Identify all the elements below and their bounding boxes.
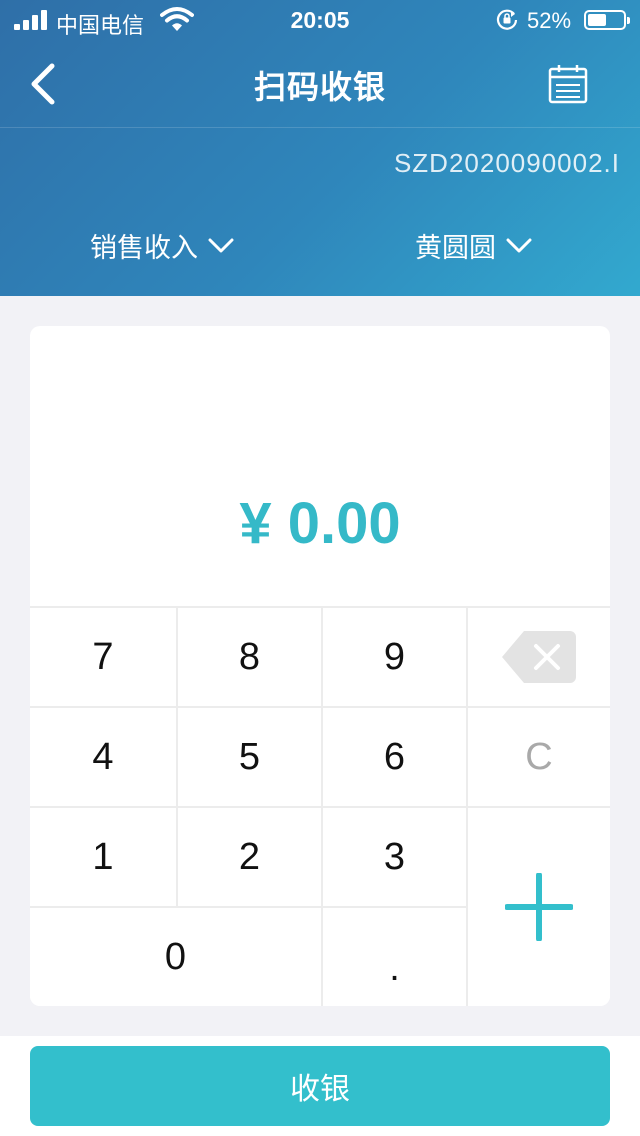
key-7[interactable]: 7 xyxy=(30,606,176,706)
key-6[interactable]: 6 xyxy=(321,706,466,806)
key-9[interactable]: 9 xyxy=(321,606,466,706)
header: 中国电信 20:05 52% 扫码收银 SZD2020090002.I 销售收入… xyxy=(0,0,640,296)
key-1[interactable]: 1 xyxy=(30,806,176,906)
rotation-lock-icon xyxy=(496,9,518,30)
person-dropdown[interactable]: 黄圆圆 xyxy=(415,226,532,265)
key-2[interactable]: 2 xyxy=(176,806,321,906)
key-4[interactable]: 4 xyxy=(30,706,176,806)
person-label: 黄圆圆 xyxy=(415,233,496,263)
nav-bar: 扫码收银 xyxy=(0,40,640,128)
status-bar: 中国电信 20:05 52% xyxy=(0,0,640,40)
page-title: 扫码收银 xyxy=(253,69,386,105)
category-label: 销售收入 xyxy=(90,233,198,263)
battery-level xyxy=(588,14,606,26)
clear-key[interactable]: C xyxy=(466,706,610,806)
keypad: 7 8 9 4 5 6 C 1 2 3 0 . xyxy=(30,606,610,1006)
order-number: SZD2020090002.I xyxy=(393,148,620,178)
delete-key[interactable] xyxy=(466,606,610,706)
key-3[interactable]: 3 xyxy=(321,806,466,906)
key-0[interactable]: 0 xyxy=(30,906,321,1006)
keypad-card: ¥ 0.00 7 8 9 4 5 6 C 1 2 3 0 . xyxy=(30,326,610,1006)
plus-key[interactable] xyxy=(466,806,610,1006)
key-decimal[interactable]: . xyxy=(321,906,466,1006)
key-5[interactable]: 5 xyxy=(176,706,321,806)
checkout-button[interactable]: 收银 xyxy=(30,1046,610,1126)
backspace-icon xyxy=(502,631,576,683)
plus-icon xyxy=(505,873,573,941)
battery-percent: 52% xyxy=(527,8,572,33)
calendar-icon[interactable] xyxy=(548,64,588,104)
battery-icon xyxy=(584,10,630,30)
key-8[interactable]: 8 xyxy=(176,606,321,706)
amount-display: ¥ 0.00 xyxy=(239,491,401,556)
chevron-down-icon xyxy=(506,238,532,252)
chevron-down-icon xyxy=(208,238,234,252)
category-dropdown[interactable]: 销售收入 xyxy=(90,226,234,265)
